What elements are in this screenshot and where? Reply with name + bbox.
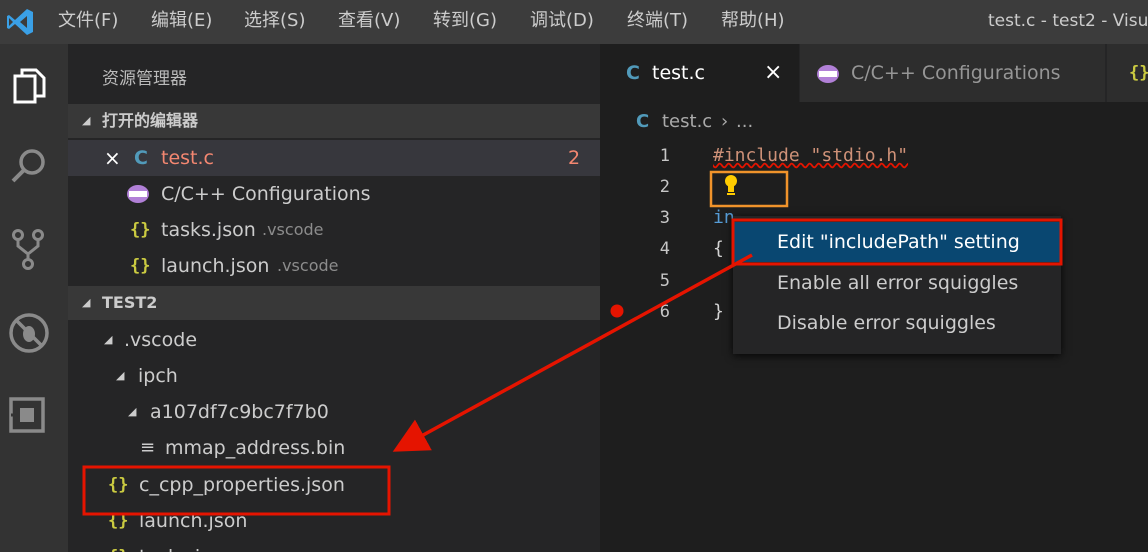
json-file-icon: {} [108, 511, 129, 531]
cpp-config-icon [127, 185, 149, 203]
close-icon[interactable]: × [104, 140, 121, 176]
json-file-icon: {} [108, 475, 129, 495]
chevron-down-icon: ◢ [116, 369, 125, 382]
binary-file-icon: ≡ [140, 437, 156, 458]
line-number: 3 [659, 208, 670, 228]
open-editor-launch-json[interactable]: {} launch.json .vscode [68, 248, 600, 284]
tree-item-label: .vscode [124, 329, 198, 351]
breadcrumb-separator: › [721, 111, 729, 132]
open-editors-label: 打开的编辑器 [102, 111, 199, 130]
code-line[interactable]: in [713, 204, 735, 232]
tree-item-label: a107df7c9bc7f7b0 [150, 401, 329, 423]
c-file-icon: C [626, 62, 640, 84]
tab-bar: C test.c × C/C++ Configurations {} [600, 44, 1148, 102]
tree-item-label: c_cpp_properties.json [139, 474, 345, 496]
search-icon[interactable] [6, 144, 52, 190]
code-line[interactable]: } [713, 298, 724, 326]
menu-edit[interactable]: 编辑(E) [151, 8, 212, 34]
open-editor-test-c[interactable]: × C test.c 2 [68, 140, 600, 176]
tree-item-tasks-json[interactable]: {} tasks.js [68, 539, 600, 552]
list-item-description: .vscode [262, 220, 324, 239]
tree-item-c-cpp-properties[interactable]: {} c_cpp_properties.json [68, 467, 600, 503]
chevron-down-icon: ◢ [82, 114, 91, 127]
tab-json[interactable]: {} [1107, 44, 1148, 102]
debug-icon[interactable] [6, 310, 52, 356]
quick-fix-menu: Edit "includePath" setting Enable all er… [733, 216, 1061, 354]
menu-help[interactable]: 帮助(H) [721, 8, 785, 34]
menu-file[interactable]: 文件(F) [58, 8, 118, 34]
open-editor-tasks-json[interactable]: {} tasks.json .vscode [68, 212, 600, 248]
line-number: 5 [659, 271, 670, 291]
tree-item-label: launch.json [139, 510, 248, 532]
json-file-icon: {} [1129, 63, 1148, 83]
tree-item-label: mmap_address.bin [165, 437, 346, 459]
json-file-icon: {} [108, 539, 128, 552]
activity-bar [0, 44, 68, 552]
workspace-header[interactable]: ◢ TEST2 [68, 286, 600, 320]
open-editor-cpp-config[interactable]: C/C++ Configurations [68, 176, 600, 212]
menu-item-disable-squiggles[interactable]: Disable error squiggles [733, 303, 1061, 343]
line-number: 6 [659, 302, 670, 322]
source-control-icon[interactable] [6, 226, 52, 272]
list-item-label: C/C++ Configurations [161, 183, 371, 205]
explorer-sidebar: 资源管理器 ◢ 打开的编辑器 × C test.c 2 C/C++ Config… [68, 44, 600, 552]
breadcrumb-file[interactable]: test.c [662, 106, 712, 138]
workspace-label: TEST2 [102, 293, 158, 312]
list-item-label: tasks.json [161, 219, 256, 241]
menu-view[interactable]: 查看(V) [338, 8, 400, 34]
extensions-icon[interactable] [6, 392, 52, 438]
line-number: 1 [659, 146, 670, 166]
tab-label: C/C++ Configurations [851, 62, 1061, 84]
tree-item-mmap-bin[interactable]: ≡ mmap_address.bin [68, 430, 600, 466]
list-item-description: .vscode [277, 256, 339, 275]
tab-test-c[interactable]: C test.c × [600, 44, 799, 102]
open-editors-header[interactable]: ◢ 打开的编辑器 [68, 104, 600, 138]
code-line[interactable]: { [713, 235, 724, 263]
chevron-down-icon: ◢ [82, 296, 91, 309]
c-file-icon: C [134, 147, 148, 169]
menu-item-enable-squiggles[interactable]: Enable all error squiggles [733, 263, 1061, 303]
tree-item-ipch[interactable]: ◢ ipch [68, 358, 600, 394]
menu-go[interactable]: 转到(G) [433, 8, 497, 34]
line-number: 4 [659, 239, 670, 259]
c-file-icon: C [636, 111, 650, 132]
explorer-title: 资源管理器 [102, 69, 187, 89]
menu-selection[interactable]: 选择(S) [244, 8, 305, 34]
menu-item-edit-includepath[interactable]: Edit "includePath" setting [733, 222, 1061, 262]
json-file-icon: {} [130, 256, 151, 276]
chevron-down-icon: ◢ [128, 405, 137, 418]
tree-item-label: ipch [138, 365, 178, 387]
problem-count-badge: 2 [568, 147, 581, 169]
list-item-label: test.c [161, 147, 214, 169]
chevron-down-icon: ◢ [104, 333, 113, 346]
vscode-logo-icon [7, 9, 33, 35]
tab-label: test.c [652, 62, 705, 84]
json-file-icon: {} [130, 220, 151, 240]
menu-debug[interactable]: 调试(D) [530, 8, 594, 34]
files-icon[interactable] [6, 64, 52, 110]
tab-cpp-configurations[interactable]: C/C++ Configurations [800, 44, 1106, 102]
code-line[interactable]: #include "stdio.h" [713, 142, 908, 170]
window-title: test.c - test2 - Visu [988, 11, 1148, 31]
cpp-config-icon [817, 65, 839, 83]
title-bar: 文件(F) 编辑(E) 选择(S) 查看(V) 转到(G) 调试(D) 终端(T… [0, 0, 1148, 44]
menu-terminal[interactable]: 终端(T) [627, 8, 688, 34]
tree-item-vscode[interactable]: ◢ .vscode [68, 322, 600, 358]
list-item-label: launch.json [161, 255, 270, 277]
tree-item-label: tasks.js [139, 539, 210, 552]
close-icon[interactable]: × [764, 44, 782, 102]
line-number: 2 [659, 177, 670, 197]
tree-item-hash-folder[interactable]: ◢ a107df7c9bc7f7b0 [68, 394, 600, 430]
tree-item-launch-json[interactable]: {} launch.json [68, 503, 600, 539]
breadcrumb-more[interactable]: ... [736, 106, 753, 138]
